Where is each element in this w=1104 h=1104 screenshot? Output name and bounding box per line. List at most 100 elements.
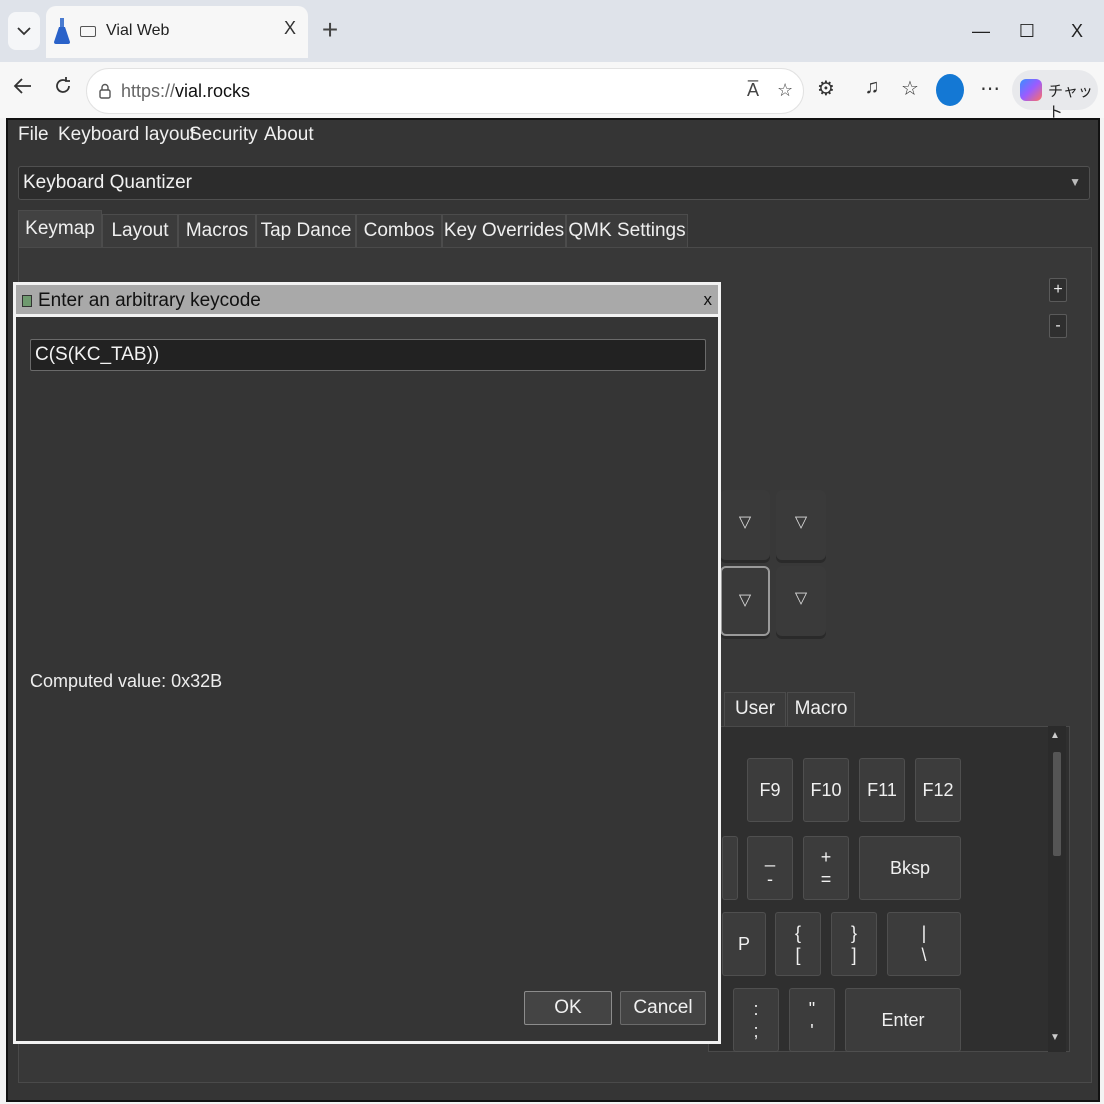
chevron-down-icon — [17, 27, 31, 36]
lock-icon — [99, 83, 111, 99]
key-shift-label: _ — [764, 847, 775, 867]
menu-about[interactable]: About — [264, 124, 314, 146]
key-label: F11 — [867, 780, 897, 800]
url-scheme: https:// — [121, 81, 176, 101]
layout-key-selected[interactable]: ▽ — [720, 566, 770, 636]
browser-toolbar: https://vial.rocks A̅ ☆ ⚙ ♫ ☆ ⋯ チャット — [0, 62, 1104, 121]
browser-tab-vial[interactable]: Vial Web X — [46, 6, 308, 58]
key-label: Bksp — [889, 858, 931, 878]
tab-close-icon[interactable]: X — [284, 18, 296, 39]
key-shift-label: " — [808, 999, 816, 1019]
key-p[interactable]: P — [722, 912, 766, 976]
key-f9[interactable]: F9 — [747, 758, 793, 822]
key-equal[interactable]: + = — [803, 836, 849, 900]
zoom-out-button[interactable]: - — [1049, 314, 1067, 338]
layout-key[interactable]: ▽ — [776, 490, 826, 560]
tab-layout[interactable]: Layout — [102, 214, 178, 248]
key-shift-label: } — [850, 923, 857, 943]
browser-tab-strip: Vial Web X + — ☐ X — [0, 0, 1104, 62]
close-window-button[interactable]: X — [1062, 18, 1092, 44]
key-partial[interactable] — [722, 836, 738, 900]
favorite-star-icon[interactable]: ☆ — [777, 80, 793, 101]
computed-value: Computed value: 0x32B — [30, 671, 223, 691]
layout-key[interactable]: ▽ — [776, 566, 826, 636]
key-shift-label: : — [753, 999, 759, 1019]
tab-qmk-settings[interactable]: QMK Settings — [566, 214, 688, 248]
key-backslash[interactable]: | \ — [887, 912, 961, 976]
new-tab-button[interactable]: + — [318, 12, 342, 48]
key-minus[interactable]: _ - — [747, 836, 793, 900]
media-icon[interactable]: ♫ — [858, 76, 886, 99]
key-left-bracket[interactable]: {[ — [775, 912, 821, 976]
dialog-close-icon[interactable]: x — [704, 290, 713, 310]
cancel-button[interactable]: Cancel — [620, 991, 706, 1025]
scroll-up-icon[interactable]: ▲ — [1050, 730, 1060, 741]
key-label: F12 — [922, 780, 954, 800]
tab-combos[interactable]: Combos — [356, 214, 442, 248]
url-host: vial.rocks — [175, 81, 251, 101]
tab-keymap[interactable]: Keymap — [18, 210, 102, 248]
copilot-label: チャット — [1048, 83, 1093, 121]
key-f12[interactable]: F12 — [915, 758, 961, 822]
key-quote[interactable]: " ' — [789, 988, 835, 1052]
key-label: P — [737, 934, 750, 954]
keycode-input[interactable] — [30, 339, 706, 371]
url-text[interactable]: https://vial.rocks — [121, 81, 250, 102]
key-label: = — [820, 869, 832, 889]
key-f11[interactable]: F11 — [859, 758, 905, 822]
key-label: - — [767, 869, 773, 889]
keyboard-select[interactable]: Keyboard Quantizer ▼ — [18, 166, 1090, 200]
menu-file[interactable]: File — [18, 124, 49, 146]
key-label: ' — [810, 1021, 814, 1041]
key-shift-label: { — [794, 923, 801, 943]
key-label: [ — [795, 945, 801, 965]
minimize-button[interactable]: — — [966, 18, 996, 44]
key-right-bracket[interactable]: }] — [831, 912, 877, 976]
favorites-icon[interactable]: ☆ — [896, 76, 924, 101]
dialog-title: Enter an arbitrary keycode — [38, 290, 261, 311]
extensions-icon[interactable]: ⚙ — [812, 76, 840, 101]
keyboard-icon — [80, 26, 96, 37]
address-bar[interactable]: https://vial.rocks A̅ ☆ — [86, 68, 804, 114]
tab-macros[interactable]: Macros — [178, 214, 256, 248]
key-shift-label: + — [820, 847, 832, 867]
key-semicolon[interactable]: :; — [733, 988, 779, 1052]
refresh-button[interactable] — [46, 72, 80, 106]
back-button[interactable] — [6, 72, 40, 106]
maximize-button[interactable]: ☐ — [1012, 18, 1042, 44]
menu-keyboard-layout[interactable]: Keyboard layout — [58, 124, 195, 146]
key-label: F9 — [759, 780, 781, 800]
dialog-titlebar[interactable]: Enter an arbitrary keycode x — [16, 285, 718, 317]
subtab-macro[interactable]: Macro — [787, 692, 855, 726]
copilot-icon — [1020, 79, 1042, 101]
key-f10[interactable]: F10 — [803, 758, 849, 822]
key-enter[interactable]: Enter — [845, 988, 961, 1052]
key-label: ] — [851, 945, 857, 965]
scroll-thumb[interactable] — [1053, 752, 1061, 856]
app-icon — [22, 295, 32, 307]
tab-list-button[interactable] — [8, 12, 40, 50]
tab-key-overrides[interactable]: Key Overrides — [442, 214, 566, 248]
key-backspace[interactable]: Bksp — [859, 836, 961, 900]
subtab-user[interactable]: User — [724, 692, 786, 726]
keyboard-select-value: Keyboard Quantizer — [23, 172, 192, 193]
more-options-icon[interactable]: ⋯ — [976, 76, 1004, 101]
scroll-down-icon[interactable]: ▼ — [1050, 1032, 1060, 1043]
ok-button[interactable]: OK — [524, 991, 612, 1025]
profile-avatar[interactable] — [936, 74, 964, 106]
keycode-scrollbar[interactable]: ▲ ▼ — [1048, 726, 1066, 1052]
read-aloud-icon[interactable]: A̅ — [747, 80, 759, 101]
tab-tap-dance[interactable]: Tap Dance — [256, 214, 356, 248]
refresh-icon — [56, 77, 70, 93]
key-label: \ — [921, 945, 927, 965]
arrow-left-icon — [13, 78, 31, 94]
tab-title: Vial Web — [106, 22, 170, 39]
zoom-in-button[interactable]: + — [1049, 278, 1067, 302]
key-label: Enter — [881, 1010, 925, 1030]
layout-key[interactable]: ▽ — [720, 490, 770, 560]
menu-bar: File Keyboard layout Security About — [8, 120, 1098, 152]
copilot-chat-button[interactable]: チャット — [1012, 70, 1098, 121]
menu-security[interactable]: Security — [189, 124, 258, 146]
arbitrary-keycode-dialog: Enter an arbitrary keycode x Computed va… — [13, 282, 721, 1044]
flask-icon — [54, 18, 70, 44]
